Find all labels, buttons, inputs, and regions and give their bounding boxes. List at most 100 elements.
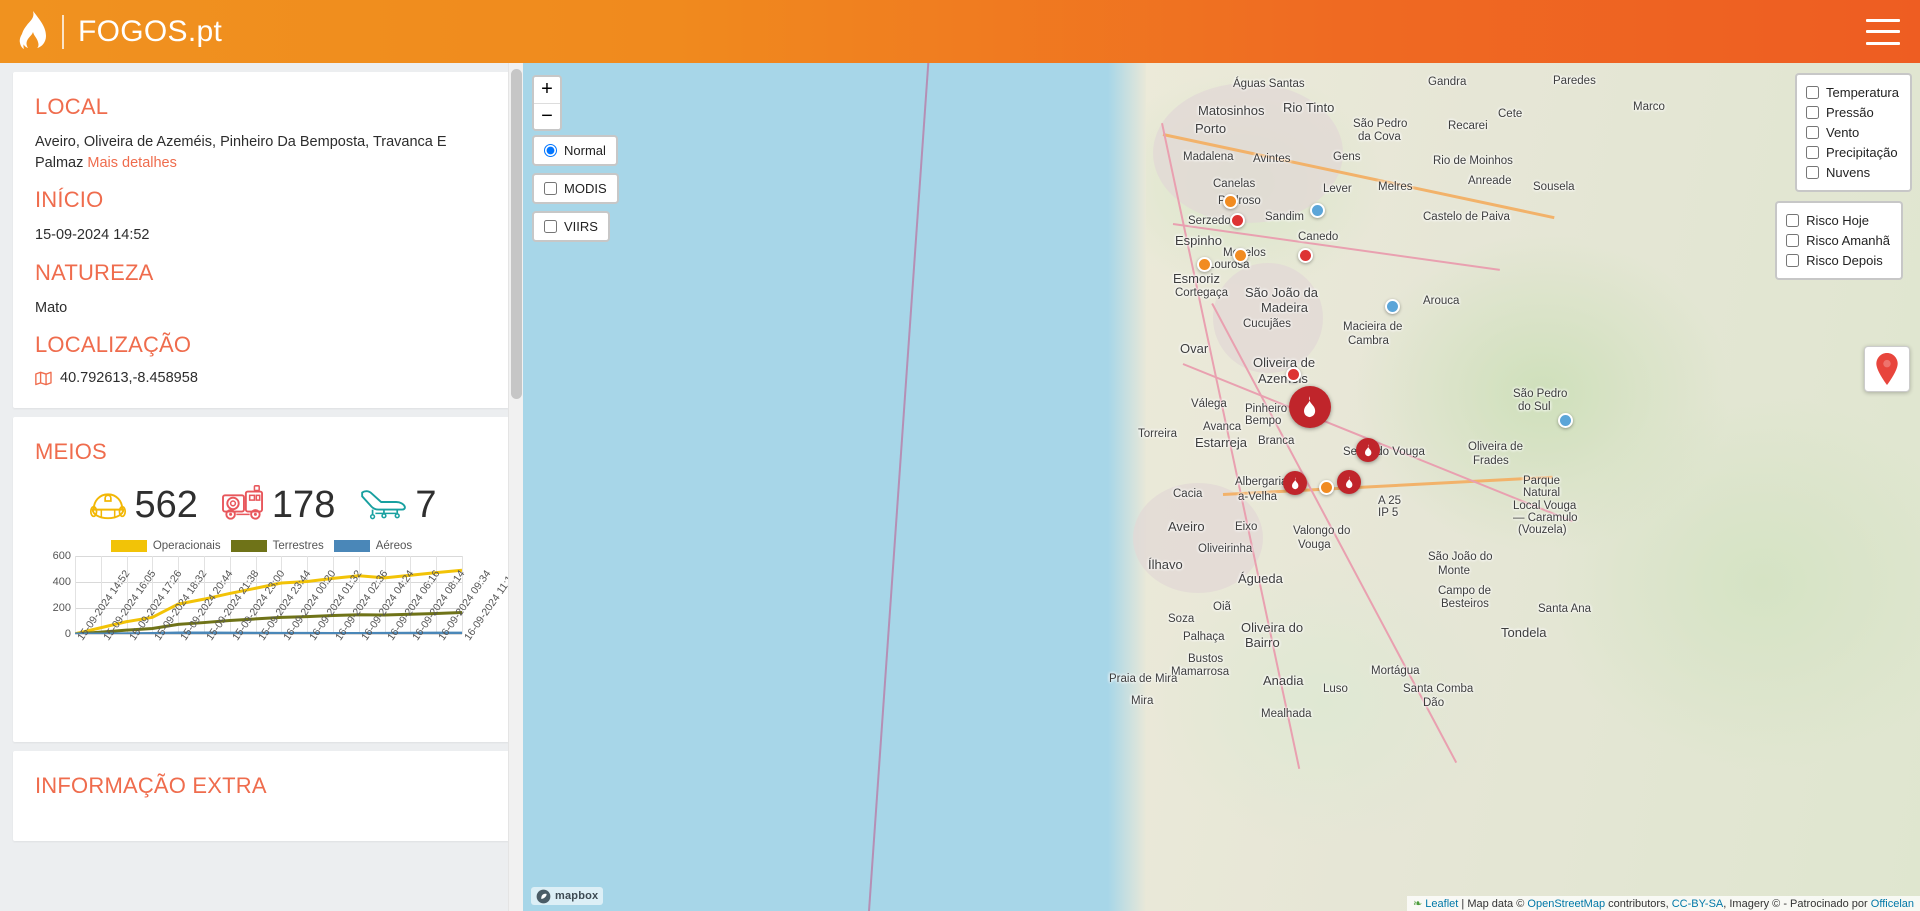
- attr-mapdata: Map data ©: [1467, 898, 1528, 910]
- map-place-label: Melres: [1378, 181, 1413, 193]
- chart-legend-item-operacionais[interactable]: Operacionais: [110, 540, 221, 553]
- nuvens-checkbox[interactable]: [1806, 165, 1820, 179]
- brand[interactable]: FOGOS.pt: [0, 10, 222, 54]
- osm-link[interactable]: OpenStreetMap: [1527, 898, 1605, 910]
- map-place-label: Cacia: [1173, 488, 1203, 500]
- sidebar-scrollbar-thumb[interactable]: [511, 69, 522, 399]
- basemap-modis-checkbox[interactable]: [544, 182, 557, 195]
- temperatura-label: Temperatura: [1826, 84, 1899, 100]
- sponsor-link[interactable]: Officelan: [1871, 898, 1914, 910]
- weather-layers-panel[interactable]: Temperatura Pressão Vento Precipitação N…: [1795, 73, 1912, 192]
- fire-marker[interactable]: [1337, 470, 1361, 494]
- legend-label: Operacionais: [152, 540, 221, 553]
- risco-hoje-label: Risco Hoje: [1806, 212, 1870, 228]
- map-place-label: Praia de Mira: [1109, 673, 1178, 685]
- basemap-viirs-checkbox[interactable]: [544, 220, 557, 233]
- chart-y-tick-label: 0: [64, 628, 71, 641]
- pressao-checkbox[interactable]: [1806, 105, 1820, 119]
- weather-layer-temperatura[interactable]: Temperatura: [1806, 82, 1899, 102]
- meio-aereos: 7: [357, 484, 436, 525]
- leaflet-leaf-icon: ❧: [1413, 898, 1423, 910]
- incident-dot-marker[interactable]: [1286, 367, 1301, 382]
- locate-me-button[interactable]: [1864, 346, 1910, 392]
- more-details-link[interactable]: Mais detalhes: [87, 155, 176, 171]
- weather-layer-pressao[interactable]: Pressão: [1806, 102, 1899, 122]
- incident-dot-marker[interactable]: [1223, 194, 1238, 209]
- airplane-icon: [357, 484, 409, 525]
- map-coastline: [1108, 63, 1146, 911]
- incident-dot-marker[interactable]: [1319, 480, 1334, 495]
- map-place-label: IP 5: [1378, 507, 1399, 519]
- zoom-out-button[interactable]: −: [534, 103, 560, 129]
- risk-layer-depois[interactable]: Risco Depois: [1786, 250, 1890, 270]
- attr-contributors: contributors,: [1605, 898, 1672, 910]
- chart-legend-item-terrestres[interactable]: Terrestres: [230, 540, 324, 553]
- fire-marker-main[interactable]: [1289, 386, 1331, 428]
- weather-layer-vento[interactable]: Vento: [1806, 122, 1899, 142]
- risk-layer-hoje[interactable]: Risco Hoje: [1786, 210, 1890, 230]
- map-place-label: São Pedro: [1513, 388, 1568, 400]
- risco-depois-checkbox[interactable]: [1786, 253, 1800, 267]
- basemap-option-viirs[interactable]: VIIRS: [532, 211, 610, 242]
- fire-marker[interactable]: [1356, 438, 1380, 462]
- firefighter-helmet-icon: [87, 481, 129, 528]
- basemap-normal-radio[interactable]: [544, 144, 557, 157]
- basemap-option-modis[interactable]: MODIS: [532, 173, 619, 204]
- meios-card: MEIOS 562 178 7 Operacionais Terrestres …: [13, 417, 519, 743]
- map-place-label: Sandim: [1265, 211, 1304, 223]
- map-place-label: Macieira de: [1343, 321, 1403, 333]
- map-place-label: Ílhavo: [1148, 557, 1183, 572]
- zoom-in-button[interactable]: +: [534, 77, 560, 103]
- map-place-label: Bempo: [1245, 415, 1282, 427]
- brand-name: FOGOS.pt: [78, 14, 223, 48]
- incident-dot-marker[interactable]: [1298, 248, 1313, 263]
- local-value: Aveiro, Oliveira de Azeméis, Pinheiro Da…: [35, 132, 488, 173]
- sidebar-scrollbar-track[interactable]: [508, 63, 523, 911]
- weather-layer-precipitacao[interactable]: Precipitação: [1806, 142, 1899, 162]
- map-place-label: Besteiros: [1441, 598, 1489, 610]
- map-place-label: Esmoriz: [1173, 271, 1220, 286]
- incident-dot-marker[interactable]: [1558, 413, 1573, 428]
- map-place-label: Canelas: [1213, 178, 1256, 190]
- map-place-label: Castelo de Paiva: [1423, 211, 1510, 223]
- hamburger-menu-icon[interactable]: [1866, 18, 1900, 45]
- legend-label: Aéreos: [375, 540, 413, 553]
- temperatura-checkbox[interactable]: [1806, 85, 1820, 99]
- mapbox-credit[interactable]: mapbox: [531, 887, 604, 905]
- map-place-label: Bustos: [1188, 653, 1224, 665]
- map-zoom-control[interactable]: + −: [532, 75, 562, 131]
- leaflet-link[interactable]: Leaflet: [1425, 898, 1458, 910]
- incident-dot-marker[interactable]: [1310, 203, 1325, 218]
- incident-dot-marker[interactable]: [1233, 248, 1248, 263]
- weather-layer-nuvens[interactable]: Nuvens: [1806, 162, 1899, 182]
- chart-y-tick-label: 600: [52, 550, 71, 563]
- risk-layer-amanha[interactable]: Risco Amanhã: [1786, 230, 1890, 250]
- chart-legend-item-aéreos[interactable]: Aéreos: [333, 540, 413, 553]
- risco-amanha-checkbox[interactable]: [1786, 233, 1800, 247]
- map-place-label: Válega: [1191, 398, 1227, 410]
- fire-marker[interactable]: [1283, 471, 1307, 495]
- legend-swatch: [333, 540, 370, 553]
- map-place-label: Porto: [1195, 121, 1227, 136]
- risco-hoje-checkbox[interactable]: [1786, 213, 1800, 227]
- risk-layers-panel[interactable]: Risco Hoje Risco Amanhã Risco Depois: [1775, 201, 1903, 280]
- basemap-option-normal[interactable]: Normal: [532, 135, 618, 166]
- localizacao-value-row[interactable]: 40.792613,-8.458958: [35, 370, 488, 386]
- vento-checkbox[interactable]: [1806, 125, 1820, 139]
- natureza-value: Mato: [35, 299, 68, 316]
- mapbox-credit-text: mapbox: [555, 890, 599, 902]
- incident-dot-marker[interactable]: [1197, 257, 1212, 272]
- map-place-label: Palhaça: [1183, 631, 1225, 643]
- license-link[interactable]: CC-BY-SA: [1672, 898, 1724, 910]
- map-place-label: Cambra: [1348, 335, 1389, 347]
- precipitacao-checkbox[interactable]: [1806, 145, 1820, 159]
- legend-label: Terrestres: [272, 540, 324, 553]
- vento-label: Vento: [1826, 124, 1860, 140]
- incident-dot-marker[interactable]: [1385, 299, 1400, 314]
- map-place-label: Arouca: [1423, 295, 1460, 307]
- map-place-label: Mira: [1131, 695, 1154, 707]
- map-place-label: Espinho: [1175, 233, 1222, 248]
- leaflet-map[interactable]: Matosinhos Águas Santas Rio Tinto Gandra Par…: [523, 63, 1920, 911]
- incident-dot-marker[interactable]: [1230, 213, 1245, 228]
- map-place-label: Soza: [1168, 613, 1195, 625]
